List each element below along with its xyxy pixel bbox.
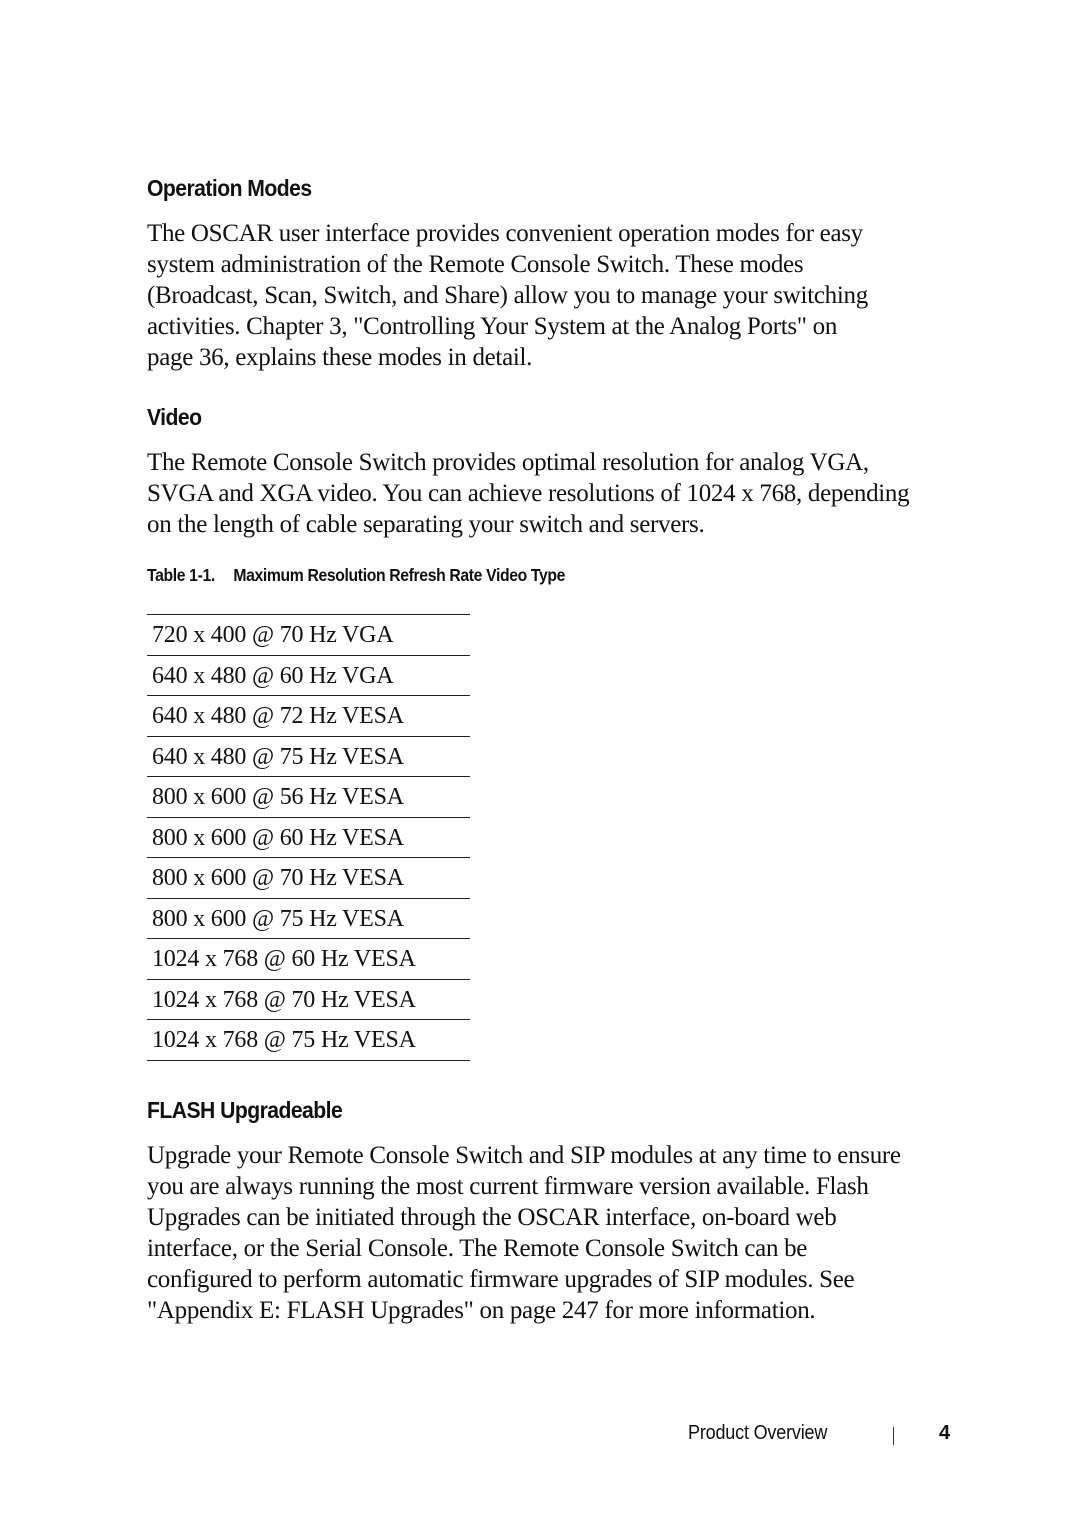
text-line: Upgrade your Remote Console Switch and S… [147, 1142, 901, 1169]
text-line: interface, or the Serial Console. The Re… [147, 1235, 808, 1262]
table-row: 1024 x 768 @ 75 Hz VESA [147, 1020, 470, 1061]
text-line: you are always running the most current … [147, 1173, 869, 1200]
paragraph-video: The Remote Console Switch provides optim… [147, 447, 977, 540]
table-row: 720 x 400 @ 70 Hz VGA [147, 615, 470, 656]
table-row: 800 x 600 @ 60 Hz VESA [147, 818, 470, 858]
text-line: page 36, explains these modes in detail. [147, 344, 533, 371]
table-row: 640 x 480 @ 75 Hz VESA [147, 737, 470, 777]
table-row: 640 x 480 @ 72 Hz VESA [147, 696, 470, 737]
text-line: system administration of the Remote Cons… [147, 251, 804, 278]
heading-operation-modes: Operation Modes [147, 175, 312, 201]
text-line: on the length of cable separating your s… [147, 511, 705, 538]
table-row: 800 x 600 @ 75 Hz VESA [147, 899, 470, 939]
table-row: 800 x 600 @ 70 Hz VESA [147, 858, 470, 899]
table-caption-number: Table 1-1. [147, 565, 215, 585]
text-line: (Broadcast, Scan, Switch, and Share) all… [147, 282, 868, 309]
text-line: The OSCAR user interface provides conven… [147, 220, 863, 247]
footer-divider [893, 1427, 894, 1445]
page-number: 4 [939, 1422, 951, 1444]
heading-flash-upgradeable: FLASH Upgradeable [147, 1097, 343, 1123]
text-line: Upgrades can be initiated through the OS… [147, 1204, 837, 1231]
table-row: 1024 x 768 @ 70 Hz VESA [147, 980, 470, 1020]
table-caption: Table 1-1. Maximum Resolution Refresh Ra… [147, 565, 565, 586]
heading-video: Video [147, 404, 202, 430]
paragraph-operation-modes: The OSCAR user interface provides conven… [147, 218, 977, 373]
table-row: 800 x 600 @ 56 Hz VESA [147, 777, 470, 818]
text-line: configured to perform automatic firmware… [147, 1266, 855, 1293]
table-row: 640 x 480 @ 60 Hz VGA [147, 656, 470, 696]
table-caption-title: Maximum Resolution Refresh Rate Video Ty… [233, 565, 566, 585]
text-line: activities. Chapter 3, "Controlling Your… [147, 313, 838, 340]
paragraph-flash-upgradeable: Upgrade your Remote Console Switch and S… [147, 1140, 977, 1326]
resolution-table: 720 x 400 @ 70 Hz VGA 640 x 480 @ 60 Hz … [147, 614, 470, 1061]
text-line: "Appendix E: FLASH Upgrades" on page 247… [147, 1297, 816, 1324]
text-line: The Remote Console Switch provides optim… [147, 449, 869, 476]
table-row: 1024 x 768 @ 60 Hz VESA [147, 939, 470, 980]
page-footer: Product Overview 4 [0, 1422, 1080, 1452]
footer-section-name: Product Overview [688, 1422, 828, 1444]
text-line: SVGA and XGA video. You can achieve reso… [147, 480, 910, 507]
